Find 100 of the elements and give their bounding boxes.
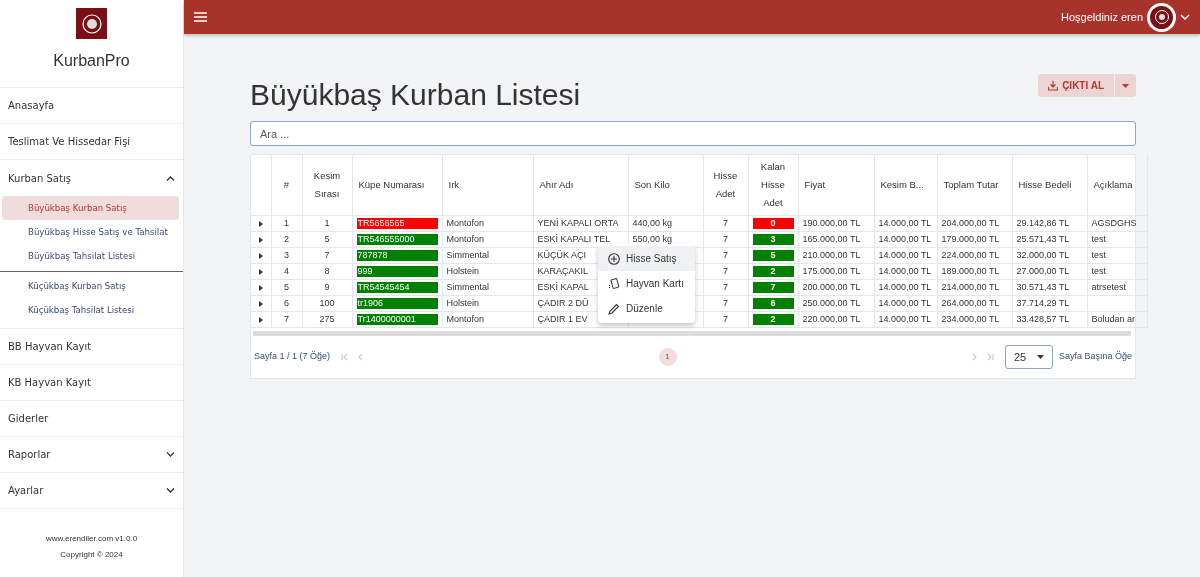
remaining-count-badge: 3 [752, 234, 794, 246]
table-cell: 1 [324, 218, 330, 229]
table-cell: 200.000,00 TL [802, 282, 861, 293]
column-header[interactable]: # [271, 155, 302, 216]
table-cell: 1 [284, 218, 289, 229]
table-cell: Montofon [446, 314, 485, 325]
table-cell: 7 [723, 218, 728, 229]
table-cell: 14.000,00 TL [878, 234, 932, 245]
table-cell: Montofon [446, 234, 485, 245]
table-cell: 14.000,00 TL [878, 314, 932, 325]
table-cell: Holstein [446, 298, 479, 309]
chevron-down-icon[interactable] [1180, 14, 1190, 20]
table-cell: 14.000,00 TL [878, 298, 932, 309]
table-cell: 179.000,00 TL [941, 234, 1000, 245]
column-header[interactable]: Son Kilo [628, 155, 703, 216]
table-cell: 210.000,00 TL [802, 250, 861, 261]
column-header[interactable]: Kesim B... [874, 155, 937, 216]
remaining-count-badge: 0 [752, 218, 794, 230]
table-cell: 2 [284, 234, 289, 245]
submenu-item[interactable]: Büyükbaş Kurban Satış [2, 196, 179, 220]
table-cell: 7 [284, 314, 289, 325]
sidebar-item[interactable]: Giderler [0, 401, 183, 437]
table-cell: 440,00 kg [632, 218, 673, 229]
page-size-select[interactable]: 25 [1004, 345, 1053, 370]
card-icon [608, 277, 620, 290]
expand-icon[interactable] [258, 316, 263, 323]
submenu-item[interactable]: Küçükbaş Tahsilat Listesi [2, 298, 179, 322]
expand-icon[interactable] [258, 268, 263, 275]
table-cell: 189.000,00 TL [941, 266, 1000, 277]
expand-icon[interactable] [258, 236, 263, 243]
ear-tag-badge: 787878 [356, 250, 438, 262]
menu-item[interactable]: Hayvan Kartı [598, 271, 695, 296]
table-cell: 264.000,00 TL [941, 298, 1000, 309]
submenu-item[interactable]: Büyükbaş Hisse Satış ve Tahsilat [2, 220, 179, 244]
ear-tag-badge: 999 [356, 266, 438, 278]
greeting-text: Hoşgeldiniz eren [1061, 9, 1143, 25]
table-cell: test [1091, 266, 1106, 277]
ear-tag-badge: TR5656565 [356, 218, 438, 230]
table-cell: 7 [723, 250, 728, 261]
table-cell: ÇADIR 2 DÜ [537, 298, 589, 309]
sidebar-item[interactable]: Kurban Satış [0, 160, 183, 196]
column-header[interactable]: Hisse Bedeli [1012, 155, 1087, 216]
table-cell: 250.000,00 TL [802, 298, 861, 309]
sidebar-item[interactable]: Teslimat Ve Hissedar Fişi [0, 124, 183, 160]
sidebar-item[interactable]: Ayarlar [0, 473, 183, 509]
page-button[interactable]: 1 [658, 348, 677, 367]
caret-icon [1122, 83, 1129, 88]
plus-circle-icon [608, 252, 620, 265]
table-cell: KARAÇAKIL [537, 266, 589, 277]
expand-icon[interactable] [258, 220, 263, 227]
table-cell: 14.000,00 TL [878, 218, 932, 229]
expand-icon[interactable] [258, 300, 263, 307]
page-summary: Sayfa 1 / 1 (7 Öğe) [254, 350, 331, 364]
sidebar-item[interactable]: Raporlar [0, 437, 183, 473]
column-header[interactable]: Küpe Numarası [352, 155, 442, 216]
table-cell: 7 [723, 314, 728, 325]
table-cell: 8 [324, 266, 330, 277]
table-cell: 7 [324, 250, 330, 261]
column-header[interactable]: Kesim Sırası [302, 155, 352, 216]
sidebar-item[interactable]: Anasayfa [0, 88, 183, 124]
table-cell: ESKİ KAPALI TEL [537, 234, 611, 245]
sidebar-item[interactable]: BB Hayvan Kayıt [0, 329, 183, 365]
column-header[interactable]: Fiyat [798, 155, 874, 216]
table-cell: 7 [723, 266, 728, 277]
expand-icon[interactable] [258, 252, 263, 259]
export-button[interactable]: ÇIKTI AL [1038, 74, 1114, 97]
sidebar-item[interactable]: KB Hayvan Kayıt [0, 365, 183, 401]
table-cell: 3 [284, 250, 289, 261]
table-cell: 6 [284, 298, 289, 309]
table-cell: 204.000,00 TL [941, 218, 1000, 229]
user-avatar[interactable] [1147, 2, 1176, 32]
remaining-count-badge: 6 [752, 298, 794, 310]
table-cell: 550,00 kg [632, 234, 673, 245]
table-cell: Boludan ar [1091, 314, 1136, 325]
table-cell: 220.000,00 TL [802, 314, 861, 325]
remaining-count-badge: 5 [752, 250, 794, 262]
submenu-item[interactable]: Küçükbaş Kurban Satış [2, 274, 179, 298]
scrollbar[interactable] [253, 331, 1131, 337]
copyright-text: Copyright © 2024 [59, 549, 124, 561]
column-header[interactable]: Irk [442, 155, 533, 216]
table-cell: 7 [723, 298, 728, 309]
table-cell: test [1091, 234, 1106, 245]
column-header[interactable]: Kalan Hisse Adet [748, 155, 798, 216]
dropdown-button[interactable] [1114, 74, 1136, 97]
menu-item[interactable]: Hisse Satış [598, 246, 695, 271]
column-header[interactable]: Ahır Adı [533, 155, 628, 216]
menu-icon[interactable] [194, 12, 207, 22]
expand-icon[interactable] [258, 284, 263, 291]
ear-tag-badge: Tr1400000001 [356, 314, 438, 326]
page-title: Büyükbaş Kurban Listesi [250, 77, 581, 113]
caret-icon [1036, 355, 1044, 360]
table-cell: Simmental [446, 282, 489, 293]
table-cell: 27.000,00 TL [1016, 266, 1070, 277]
column-header[interactable]: Hisse Adet [703, 155, 748, 216]
search-field[interactable]: Ara ... [250, 121, 1136, 146]
column-header[interactable]: Açıklama [1087, 155, 1147, 216]
menu-item[interactable]: Düzenle [598, 296, 695, 321]
submenu-item[interactable]: Büyükbaş Tahsilat Listesi [2, 244, 179, 268]
column-header[interactable]: Toplam Tutar [937, 155, 1012, 216]
ear-tag-badge: TR546555000 [356, 234, 438, 246]
